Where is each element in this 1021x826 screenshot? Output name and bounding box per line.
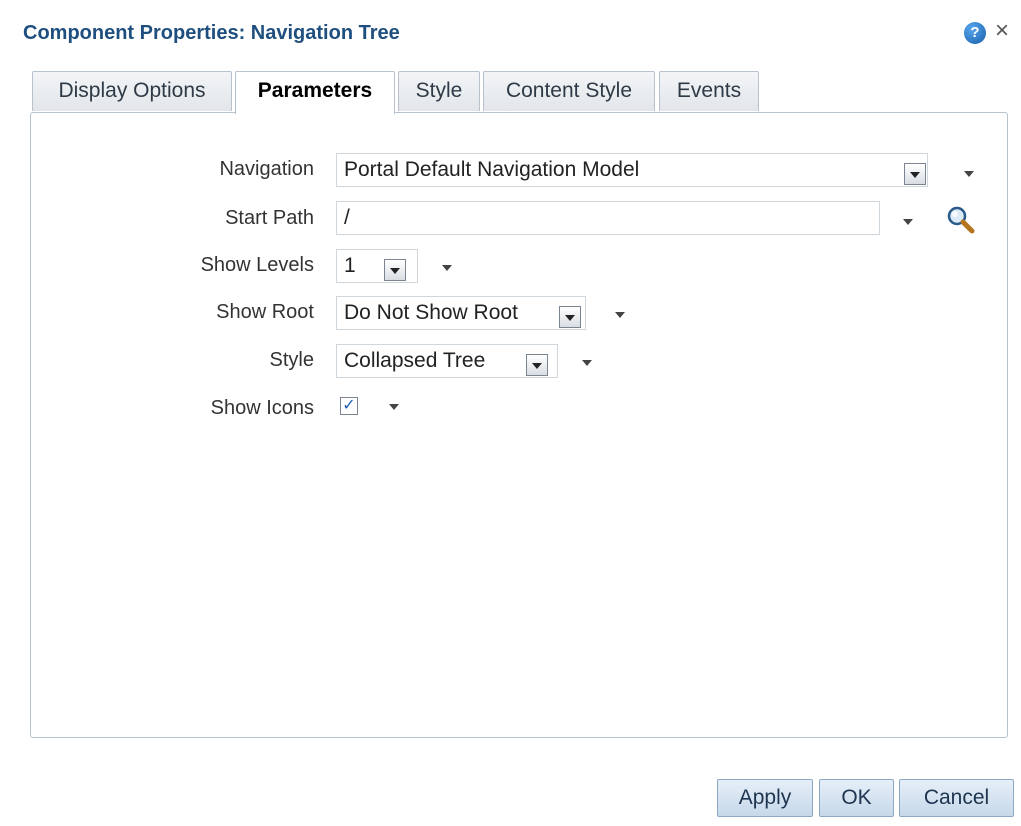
navigation-select[interactable]: Portal Default Navigation Model [336,153,928,187]
start-path-label: Start Path [225,207,314,229]
component-properties-dialog: Component Properties: Navigation Tree ? … [0,0,1021,826]
tab-style[interactable]: Style [398,71,480,111]
start-path-input[interactable]: / [336,201,880,235]
dialog-title: Component Properties: Navigation Tree [23,22,400,44]
tab-parameters[interactable]: Parameters [235,71,395,114]
style-value: Collapsed Tree [344,349,486,372]
style-dropdown-button[interactable] [526,354,548,376]
style-options-caret-icon[interactable] [582,360,592,366]
navigation-value: Portal Default Navigation Model [344,158,640,181]
help-icon[interactable]: ? [964,22,986,44]
parameters-panel: Navigation Portal Default Navigation Mod… [30,112,1008,738]
style-select[interactable]: Collapsed Tree [336,344,558,378]
navigation-dropdown-button[interactable] [904,163,926,185]
start-path-value: / [344,206,350,229]
tab-display-options[interactable]: Display Options [32,71,232,111]
apply-button[interactable]: Apply [717,779,813,817]
show-icons-checkbox[interactable]: ✓ [340,397,358,415]
cancel-button[interactable]: Cancel [899,779,1014,817]
show-root-select[interactable]: Do Not Show Root [336,296,586,330]
show-root-options-caret-icon[interactable] [615,312,625,318]
ok-button[interactable]: OK [819,779,894,817]
show-root-value: Do Not Show Root [344,301,518,324]
show-root-dropdown-button[interactable] [559,306,581,328]
close-icon[interactable]: × [995,18,1009,44]
show-levels-value: 1 [344,254,356,277]
navigation-label: Navigation [219,158,314,180]
tab-content-style[interactable]: Content Style [483,71,655,111]
show-icons-options-caret-icon[interactable] [389,404,399,410]
show-levels-options-caret-icon[interactable] [442,265,452,271]
start-path-options-caret-icon[interactable] [903,219,913,225]
navigation-options-caret-icon[interactable] [964,171,974,177]
show-icons-label: Show Icons [210,397,314,419]
show-root-label: Show Root [216,301,314,323]
style-label: Style [269,349,314,371]
show-levels-dropdown-button[interactable] [384,259,406,281]
search-icon[interactable] [945,204,977,236]
tab-events[interactable]: Events [659,71,759,111]
show-levels-label: Show Levels [200,254,314,276]
